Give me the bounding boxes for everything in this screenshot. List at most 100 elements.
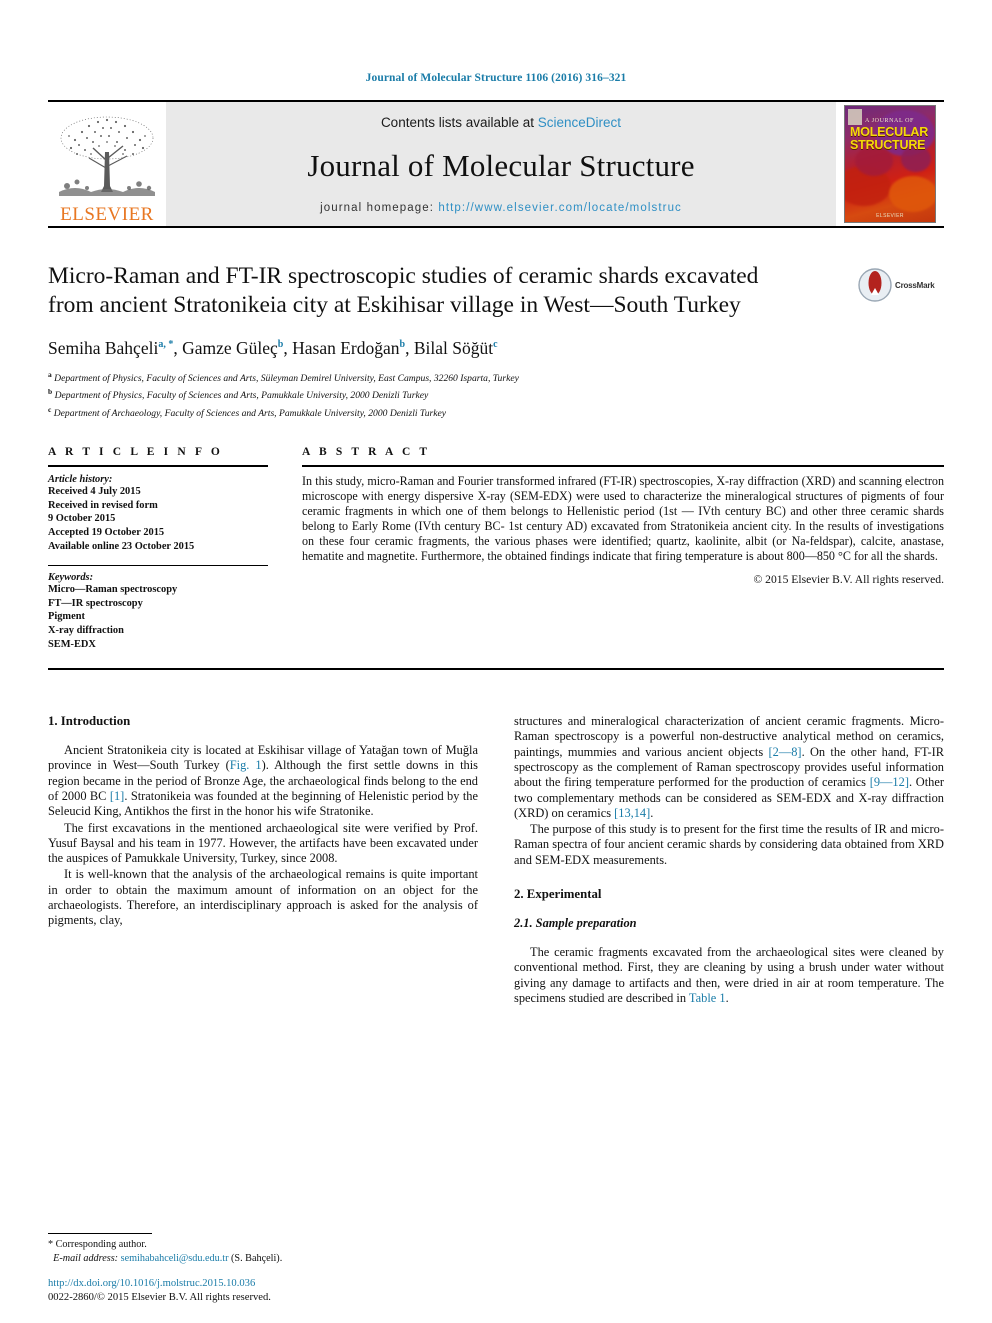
abstract-text: In this study, micro-Raman and Fourier t… — [302, 474, 944, 563]
paragraph: Ancient Stratonikeia city is located at … — [48, 743, 478, 819]
doi-link[interactable]: http://dx.doi.org/10.1016/j.molstruc.201… — [48, 1277, 468, 1291]
keyword-item: X-ray diffraction — [48, 624, 124, 636]
crossmark-badge[interactable]: CrossMark — [858, 262, 944, 308]
contents-prefix: Contents lists available at — [380, 115, 538, 130]
figure-link[interactable]: Fig. 1 — [230, 758, 262, 772]
homepage-prefix: journal homepage: — [320, 202, 439, 214]
article-info-column: A R T I C L E I N F O Article history: R… — [48, 446, 296, 651]
corresponding-author-note: * Corresponding author. — [48, 1239, 147, 1251]
contents-available-line: Contents lists available at ScienceDirec… — [381, 115, 621, 130]
author-name: Gamze Güleç — [182, 338, 278, 358]
keywords-rule — [48, 565, 268, 567]
paragraph: The ceramic fragments excavated from the… — [514, 945, 944, 1006]
running-head: Journal of Molecular Structure 1106 (201… — [365, 72, 627, 84]
author-marks: b — [277, 339, 284, 351]
journal-title: Journal of Molecular Structure — [307, 148, 695, 183]
paragraph-text: . — [725, 990, 729, 1005]
body-column-left: 1. Introduction Ancient Stratonikeia cit… — [48, 714, 478, 1007]
article-history-item: Received in revised form — [48, 499, 158, 511]
cover-small-line: A JOURNAL OF — [865, 118, 914, 124]
affiliation-text: Department of Physics, Faculty of Scienc… — [54, 373, 519, 385]
cover-elsevier-mark — [848, 109, 862, 125]
affiliation-item: c Department of Archaeology, Faculty of … — [48, 403, 944, 420]
journal-cover-wrap: A JOURNAL OF MOLECULAR STRUCTURE ELSEVIE… — [836, 102, 944, 226]
author-marks: c — [493, 339, 498, 351]
affiliation-mark: a — [48, 370, 52, 379]
author-name: Bilal Söğüt — [413, 338, 494, 358]
body-top-rule — [48, 668, 944, 671]
keywords-label: Keywords: — [48, 572, 94, 584]
section-heading-experimental: 2. Experimental — [514, 887, 602, 902]
crossmark-icon — [858, 268, 892, 302]
title-block: Micro-Raman and FT-IR spectroscopic stud… — [48, 262, 944, 420]
author-name: Hasan Erdoğan — [292, 338, 400, 358]
keyword-item: Micro—Raman spectroscopy — [48, 584, 178, 596]
email-note: E-mail address: semihabahceli@sdu.edu.tr… — [48, 1252, 468, 1265]
email-label: E-mail address: — [53, 1252, 119, 1264]
author-marks: b — [399, 339, 406, 351]
journal-homepage-line: journal homepage: http://www.elsevier.co… — [320, 202, 682, 214]
paragraph: It is well-known that the analysis of th… — [48, 867, 478, 928]
elsevier-logo: ELSEVIER — [48, 102, 166, 226]
cover-title: MOLECULAR STRUCTURE — [850, 126, 931, 152]
footnote-block: * Corresponding author. E-mail address: … — [48, 1233, 468, 1265]
reference-link[interactable]: [13,14] — [614, 806, 650, 820]
paragraph-text: The ceramic fragments excavated from the… — [514, 945, 944, 1005]
affiliation-text: Department of Physics, Faculty of Scienc… — [54, 390, 429, 402]
affiliation-item: a Department of Physics, Faculty of Scie… — [48, 368, 944, 385]
abstract-heading: A B S T R A C T — [302, 446, 431, 459]
reference-link[interactable]: [1] — [110, 789, 124, 803]
cover-title-line2: STRUCTURE — [850, 138, 926, 152]
email-link[interactable]: semihabahceli@sdu.edu.tr — [121, 1253, 229, 1264]
author-list: Semiha Bahçelia, *, Gamze Güleçb, Hasan … — [48, 338, 498, 358]
affiliation-item: b Department of Physics, Faculty of Scie… — [48, 385, 944, 402]
article-history-item: Accepted 19 October 2015 — [48, 526, 165, 538]
keyword-item: FT—IR spectroscopy — [48, 597, 143, 609]
keyword-item: SEM-EDX — [48, 638, 96, 650]
author-marks: a, * — [158, 339, 174, 351]
doi-block: http://dx.doi.org/10.1016/j.molstruc.201… — [48, 1277, 468, 1305]
paragraph: The purpose of this study is to present … — [514, 822, 944, 867]
masthead-bottom-rule — [48, 226, 944, 228]
page-title: Micro-Raman and FT-IR spectroscopic stud… — [48, 263, 759, 318]
journal-cover-image: A JOURNAL OF MOLECULAR STRUCTURE ELSEVIE… — [844, 105, 936, 223]
reference-link[interactable]: [2—8] — [769, 745, 802, 759]
article-page: Journal of Molecular Structure 1106 (201… — [0, 0, 992, 1323]
journal-masthead: ELSEVIER Contents lists available at Sci… — [48, 102, 944, 226]
paragraph: structures and mineralogical characteriz… — [514, 714, 944, 821]
article-info-rule — [48, 465, 268, 468]
abstract-copyright: © 2015 Elsevier B.V. All rights reserved… — [753, 572, 944, 586]
issn-copyright: 0022-2860/© 2015 Elsevier B.V. All right… — [48, 1292, 271, 1303]
reference-link[interactable]: [9—12] — [870, 775, 909, 789]
crossmark-label: CrossMark — [895, 280, 935, 290]
keyword-item: Pigment — [48, 611, 85, 623]
affiliation-text: Department of Archaeology, Faculty of Sc… — [53, 407, 447, 419]
keywords-block: Keywords: Micro—Raman spectroscopy FT—IR… — [48, 572, 268, 651]
body-columns: 1. Introduction Ancient Stratonikeia cit… — [48, 714, 944, 1007]
article-history-item: 9 October 2015 — [48, 513, 116, 525]
affiliation-mark: b — [48, 387, 53, 397]
homepage-url-link[interactable]: http://www.elsevier.com/locate/molstruc — [438, 202, 682, 214]
info-abstract-section: A R T I C L E I N F O Article history: R… — [48, 446, 944, 651]
paragraph: The first excavations in the mentioned a… — [48, 820, 478, 866]
affiliation-list: a Department of Physics, Faculty of Scie… — [48, 368, 944, 420]
article-history-label: Article history: — [48, 474, 113, 486]
table-link[interactable]: Table 1 — [689, 991, 726, 1005]
article-info-heading: A R T I C L E I N F O — [48, 446, 223, 459]
article-history-item: Received 4 July 2015 — [48, 486, 141, 498]
elsevier-tree-icon — [59, 116, 155, 196]
affiliation-mark: c — [48, 404, 52, 414]
abstract-rule — [302, 465, 944, 468]
cover-footer: ELSEVIER — [876, 213, 904, 219]
author-name: Semiha Bahçeli — [48, 338, 159, 358]
body-column-right: structures and mineralogical characteriz… — [514, 714, 944, 1007]
masthead-center: Contents lists available at ScienceDirec… — [166, 102, 836, 226]
subsection-heading-sample-preparation: 2.1. Sample preparation — [514, 916, 637, 931]
sciencedirect-link[interactable]: ScienceDirect — [538, 115, 621, 130]
article-history-item: Available online 23 October 2015 — [48, 540, 195, 552]
abstract-column: A B S T R A C T In this study, micro-Ram… — [296, 446, 944, 651]
section-heading-introduction: 1. Introduction — [48, 714, 131, 729]
elsevier-wordmark: ELSEVIER — [60, 204, 154, 225]
email-suffix: (S. Bahçeli). — [228, 1252, 283, 1264]
paragraph-text: . — [650, 805, 654, 820]
